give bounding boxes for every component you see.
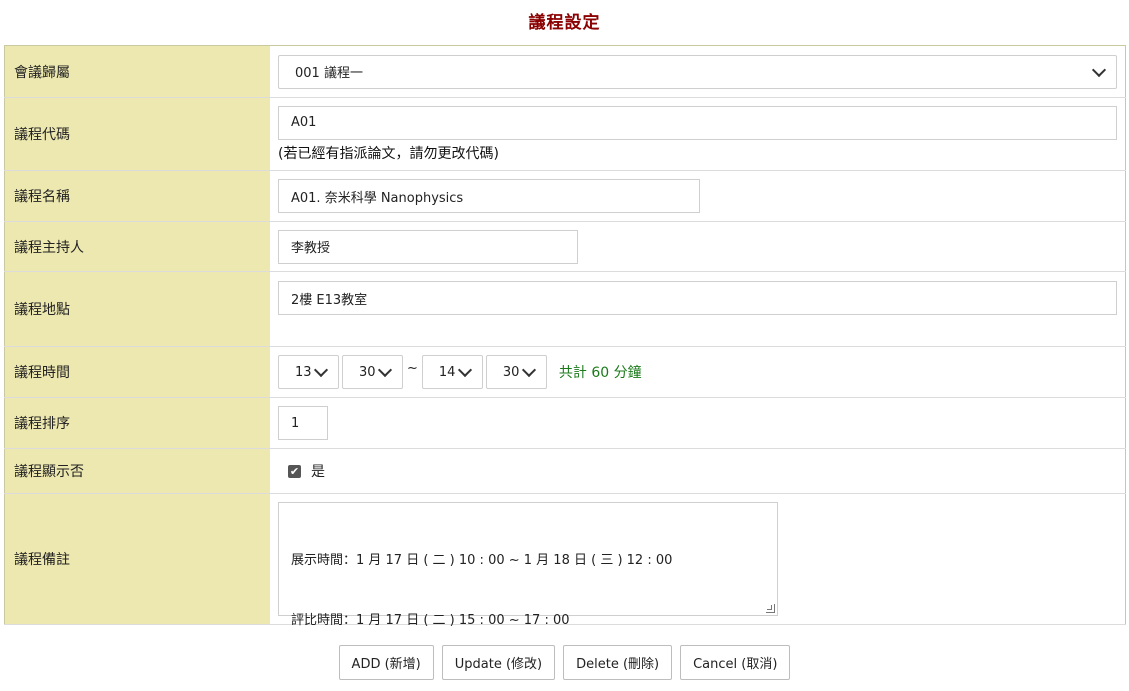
start-min-value: 30 xyxy=(359,364,376,380)
end-hour-value: 14 xyxy=(438,364,456,380)
visible-checkbox-label: 是 xyxy=(311,464,325,480)
order-label: 議程排序 xyxy=(4,397,270,449)
delete-button[interactable]: Delete (刪除) xyxy=(563,645,673,680)
chevron-down-icon xyxy=(521,362,536,378)
end-min-select[interactable]: 30 xyxy=(485,355,547,389)
chevron-down-icon xyxy=(457,362,472,378)
notes-line-2: 評比時間：1 月 17 日 ( 二 ) 15 : 00 ~ 17 : 00 xyxy=(291,613,570,628)
chevron-down-icon xyxy=(1091,62,1107,77)
end-hour-select[interactable]: 14 xyxy=(421,355,483,389)
start-min-select[interactable]: 30 xyxy=(342,355,403,389)
action-bar: ADD (新增) Update (修改) Delete (刪除) Cancel … xyxy=(0,645,1129,680)
end-min-value: 30 xyxy=(502,364,520,380)
cancel-button[interactable]: Cancel (取消) xyxy=(680,645,791,680)
notes-textarea[interactable]: 展示時間：1 月 17 日 ( 二 ) 10 : 00 ~ 1 月 18 日 (… xyxy=(278,502,778,628)
location-label: 議程地點 xyxy=(4,271,270,347)
start-hour-select[interactable]: 13 xyxy=(278,355,339,389)
chevron-down-icon xyxy=(377,362,393,378)
update-button[interactable]: Update (修改) xyxy=(441,645,556,680)
code-label: 議程代碼 xyxy=(4,97,270,171)
time-label: 議程時間 xyxy=(4,346,270,398)
host-label: 議程主持人 xyxy=(4,221,270,272)
meeting-select[interactable]: 001 議程一 xyxy=(278,54,1117,89)
add-button[interactable]: ADD (新增) xyxy=(338,645,434,680)
time-total: 共計 60 分鐘 xyxy=(558,365,642,381)
meeting-label: 會議歸屬 xyxy=(4,45,270,98)
visible-label: 議程顯示否 xyxy=(4,448,270,494)
chevron-down-icon xyxy=(313,362,329,378)
meeting-select-value: 001 議程一 xyxy=(295,66,363,81)
order-input[interactable]: 1 xyxy=(278,406,328,440)
host-input[interactable]: 李教授 xyxy=(278,229,578,264)
code-hint: (若已經有指派論文，請勿更改代碼) xyxy=(278,145,499,162)
notes-label: 議程備註 xyxy=(4,493,270,625)
name-input[interactable]: A01. 奈米科學 Nanophysics xyxy=(278,179,700,213)
code-input[interactable]: A01 xyxy=(278,105,1117,140)
page-title: 議程設定 xyxy=(528,13,601,33)
name-label: 議程名稱 xyxy=(4,170,270,222)
notes-line-1: 展示時間：1 月 17 日 ( 二 ) 10 : 00 ~ 1 月 18 日 (… xyxy=(291,553,673,568)
start-hour-value: 13 xyxy=(295,364,312,380)
location-input[interactable]: 2樓 E13教室 xyxy=(278,281,1117,315)
visible-checkbox[interactable]: ✔ xyxy=(288,464,301,478)
resize-handle-icon[interactable] xyxy=(766,604,775,613)
agenda-form: 會議歸屬 001 議程一 議程代碼 A01 (若已經有指派論文，請勿更改代碼) … xyxy=(4,45,1126,628)
time-separator: ~ xyxy=(407,360,418,376)
